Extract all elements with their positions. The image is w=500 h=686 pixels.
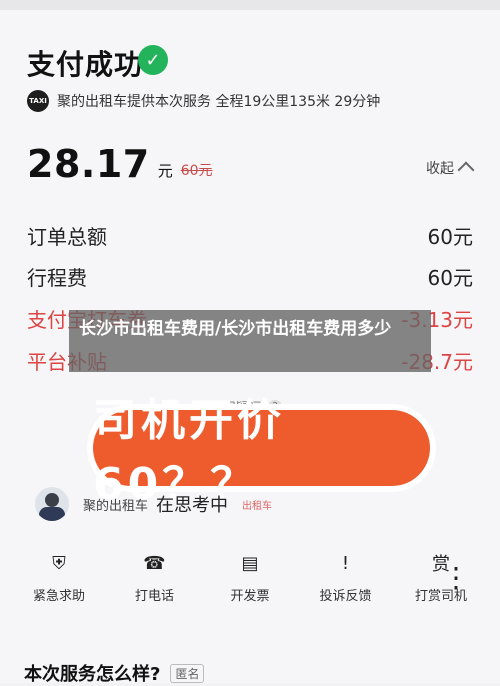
provider-text: 聚的出租车提供本次服务 全程19公里135米 29分钟 <box>57 94 381 110</box>
provider-info: TAXI 聚的出租车提供本次服务 全程19公里135米 29分钟 <box>27 90 500 112</box>
article-title-overlay: 长沙市出租车费用/长沙市出租车费用多少 <box>69 310 431 372</box>
invoice-icon: ▤ <box>241 552 259 574</box>
feedback-icon: ! <box>341 552 350 574</box>
phone-icon: ☎ <box>143 552 166 574</box>
more-options-icon[interactable]: ⋮ <box>442 561 470 594</box>
rating-question: 本次服务怎么样? <box>24 664 161 685</box>
action-label: 投诉反馈 <box>319 589 372 604</box>
shield-icon: ⛨ <box>52 552 66 574</box>
page-title: 支付成功 <box>27 48 144 81</box>
original-price: 60元 <box>180 163 213 179</box>
action-label: 打电话 <box>134 589 174 604</box>
handwritten-note: 在思考中 <box>156 495 229 516</box>
line-item-order-total: 订单总额 60元 <box>27 221 473 250</box>
line-item-value: 60元 <box>427 225 473 249</box>
anonymous-toggle[interactable]: 匿名 <box>170 663 205 683</box>
driver-badge: 出租车 <box>242 500 273 512</box>
driver-row: 聚的出租车 在思考中 出租车 <box>35 485 415 523</box>
line-item-value: 60元 <box>427 266 473 290</box>
action-call[interactable]: ☎ 打电话 <box>120 549 190 605</box>
line-item-label: 行程费 <box>27 266 87 290</box>
action-label: 紧急求助 <box>32 589 85 604</box>
action-label: 开发票 <box>230 589 270 604</box>
checkmark-icon: ✓ <box>138 45 168 75</box>
collapse-label: 收起 <box>426 161 454 177</box>
paid-unit: 元 <box>157 162 173 180</box>
line-item-trip-fee: 行程费 60元 <box>27 262 473 291</box>
action-feedback[interactable]: ! 投诉反馈 <box>311 549 381 605</box>
chevron-up-icon <box>457 161 475 179</box>
line-item-label: 订单总额 <box>27 225 107 249</box>
action-bar: ⛨ 紧急求助 ☎ 打电话 ▤ 开发票 ! 投诉反馈 赏 打赏司机 <box>24 549 476 609</box>
collapse-button[interactable]: 收起 <box>426 158 475 179</box>
driver-avatar <box>35 487 69 521</box>
rating-header: 本次服务怎么样? 匿名 <box>24 660 205 686</box>
paid-amount: 28.17 <box>27 142 150 186</box>
action-invoice[interactable]: ▤ 开发票 <box>215 549 285 605</box>
caption-sticker: 司机开价60？？ <box>93 395 430 510</box>
taxi-logo-icon: TAXI <box>27 90 49 112</box>
action-emergency[interactable]: ⛨ 紧急求助 <box>24 549 94 605</box>
driver-company: 聚的出租车 <box>83 498 149 514</box>
